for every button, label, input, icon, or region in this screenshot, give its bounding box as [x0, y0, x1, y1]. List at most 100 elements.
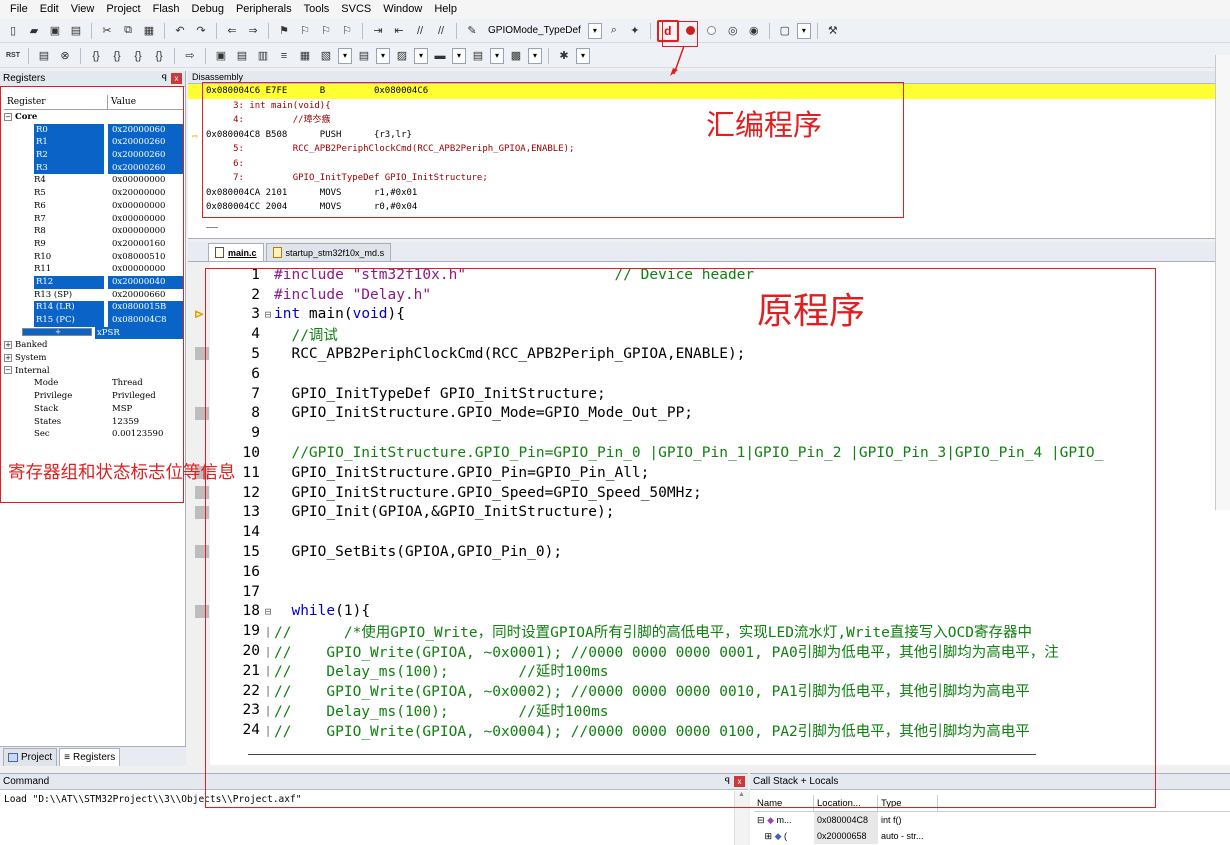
memory-window-icon[interactable]: ▤ [355, 47, 373, 65]
breakpoint-disable-icon[interactable] [703, 22, 721, 40]
right-docked-pane [1215, 55, 1230, 510]
menu-debug[interactable]: Debug [186, 0, 230, 19]
callstack-row[interactable]: ⊞ ◆ ( 0x20000658 auto - str... [754, 828, 1230, 844]
menu-svcs[interactable]: SVCS [335, 0, 377, 19]
system-viewer-icon[interactable]: ▩ [507, 47, 525, 65]
toolbar-separator [91, 22, 92, 39]
copy-icon[interactable]: ⧉ [119, 22, 137, 40]
registers-pane-title: Registers ꟼ x [0, 71, 185, 87]
forward-icon[interactable]: ⇒ [244, 22, 262, 40]
menu-edit[interactable]: Edit [34, 0, 65, 19]
disassembly-divider [206, 227, 218, 228]
tree-expander-icon[interactable]: ⊟ [757, 815, 765, 825]
menu-file[interactable]: File [4, 0, 34, 19]
command-title: Command [3, 776, 50, 787]
asm-file-icon [272, 247, 282, 258]
bookmark-clear-icon[interactable]: ⚐ [338, 22, 356, 40]
tab-main-c[interactable]: main.c [208, 243, 264, 261]
serial-window-icon[interactable]: ▨ [393, 47, 411, 65]
bookmark-next-icon[interactable]: ⚐ [317, 22, 335, 40]
watch-window-icon[interactable]: ▧ [317, 47, 335, 65]
command-window-icon[interactable]: ▣ [212, 47, 230, 65]
tab-main-c-label: main.c [228, 247, 257, 258]
chevron-down-icon[interactable]: ▾ [376, 47, 390, 64]
tab-project[interactable]: Project [3, 748, 58, 766]
menu-tools[interactable]: Tools [298, 0, 336, 19]
bookmark-prev-icon[interactable]: ⚐ [296, 22, 314, 40]
callstack-row[interactable]: ⊟ ◆ m... 0x080004C8 int f() [754, 812, 1230, 828]
keil-uvision-window: File Edit View Project Flash Debug Peripherals… [0, 0, 1230, 845]
symbols-window-icon[interactable]: ▥ [254, 47, 272, 65]
annotation-source-label: 原程序 [757, 291, 866, 332]
chevron-down-icon[interactable]: ▾ [796, 22, 811, 39]
tab-registers[interactable]: ≡ Registers [59, 748, 121, 766]
pin-icon[interactable]: ꟼ [162, 73, 167, 84]
toolbar-separator [174, 47, 175, 64]
menu-project[interactable]: Project [100, 0, 146, 19]
menu-help[interactable]: Help [428, 0, 463, 19]
chevron-down-icon[interactable]: ▾ [414, 47, 428, 64]
save-all-icon[interactable]: ▤ [67, 22, 85, 40]
incremental-find-icon[interactable]: ✦ [626, 22, 644, 40]
window-layout-icon[interactable]: ▢ [776, 22, 794, 40]
toolbar-separator [768, 22, 770, 39]
main-toolbar: ▯ ▰ ▣ ▤ ✂ ⧉ ▦ ↶ ↷ ⇐ ⇒ ⚑ ⚐ ⚐ ⚐ ⇥ ⇤ // // … [0, 19, 1230, 43]
tree-expander-icon[interactable]: ⊞ [765, 831, 773, 841]
breakpoint-clear-icon[interactable]: ◎ [724, 22, 742, 40]
registers-window-icon[interactable]: ≡ [275, 47, 293, 65]
chevron-down-icon[interactable]: ▾ [576, 47, 590, 64]
find-in-files-icon[interactable]: ✎ [463, 22, 481, 40]
indent-icon[interactable]: ⇥ [369, 22, 387, 40]
chevron-down-icon[interactable]: ▾ [338, 47, 352, 64]
toolbar-separator [164, 22, 165, 39]
breakpoint-kill-icon[interactable]: ◉ [745, 22, 763, 40]
comment-icon[interactable]: // [411, 22, 429, 40]
run-icon[interactable]: ▤ [35, 47, 53, 65]
current-line-arrow-icon: ⊳ [194, 306, 205, 321]
tab-startup-s[interactable]: startup_stm32f10x_md.s [265, 243, 392, 261]
step-into-icon[interactable]: {} [87, 47, 105, 65]
editor-tabs: main.c startup_stm32f10x_md.s [188, 242, 1230, 262]
menu-peripherals[interactable]: Peripherals [230, 0, 298, 19]
reset-icon[interactable]: RST [4, 47, 22, 65]
annotation-asm-label: 汇编程序 [706, 108, 823, 142]
callstack-row-location: 0x080004C8 [814, 812, 878, 828]
chevron-down-icon[interactable]: ▾ [587, 22, 602, 39]
target-combo[interactable]: GPIOMode_TypeDef [484, 22, 585, 40]
menu-flash[interactable]: Flash [147, 0, 186, 19]
find-icon[interactable]: ⌕ [605, 22, 623, 40]
menu-view[interactable]: View [65, 0, 101, 19]
step-over-icon[interactable]: {} [108, 47, 126, 65]
new-file-icon[interactable]: ▯ [4, 22, 22, 40]
menu-window[interactable]: Window [377, 0, 428, 19]
disassembly-window-icon[interactable]: ▤ [233, 47, 251, 65]
stop-icon[interactable]: ⊗ [56, 47, 74, 65]
toolbar-separator [649, 22, 651, 39]
run-to-cursor-icon[interactable]: {} [150, 47, 168, 65]
open-icon[interactable]: ▰ [25, 22, 43, 40]
analysis-window-icon[interactable]: ▬ [431, 47, 449, 65]
paste-icon[interactable]: ▦ [140, 22, 158, 40]
toolbar-separator [268, 22, 269, 39]
variable-icon: ◆ [774, 831, 782, 841]
close-icon[interactable]: x [171, 73, 182, 84]
call-stack-window-icon[interactable]: ▦ [296, 47, 314, 65]
uncomment-icon[interactable]: // [432, 22, 450, 40]
chevron-down-icon[interactable]: ▾ [528, 47, 542, 64]
undo-icon[interactable]: ↶ [171, 22, 189, 40]
chevron-down-icon[interactable]: ▾ [490, 47, 504, 64]
registers-icon: ≡ [64, 752, 70, 763]
wrench-icon[interactable]: ⚒ [824, 22, 842, 40]
show-next-statement-icon[interactable]: ⇨ [181, 47, 199, 65]
trace-window-icon[interactable]: ▤ [469, 47, 487, 65]
outdent-icon[interactable]: ⇤ [390, 22, 408, 40]
bookmark-icon[interactable]: ⚑ [275, 22, 293, 40]
redo-icon[interactable]: ↷ [192, 22, 210, 40]
toolbox-icon[interactable]: ✱ [555, 47, 573, 65]
step-out-icon[interactable]: {} [129, 47, 147, 65]
back-icon[interactable]: ⇐ [223, 22, 241, 40]
chevron-down-icon[interactable]: ▾ [452, 47, 466, 64]
save-icon[interactable]: ▣ [46, 22, 64, 40]
cut-icon[interactable]: ✂ [98, 22, 116, 40]
annotation-registers-label: 寄存器组和状态标志位等信息 [8, 463, 236, 483]
